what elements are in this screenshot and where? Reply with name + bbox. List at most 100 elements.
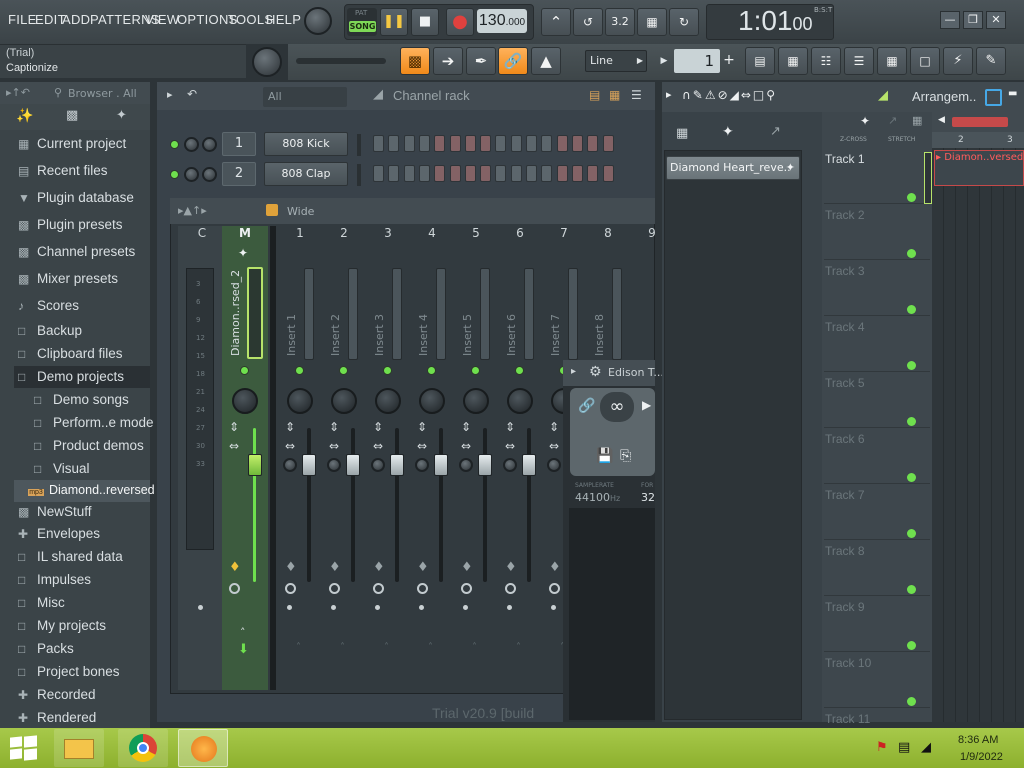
action-center-flag-icon[interactable]: ⚑ (876, 740, 888, 755)
track-mute-led[interactable] (907, 361, 916, 370)
step-button[interactable] (556, 135, 568, 152)
swap-arrows-icon[interactable]: ⇕ (505, 420, 515, 434)
stereo-icon[interactable]: ⇔ (229, 439, 239, 453)
close-icon[interactable]: ✕ (986, 11, 1006, 29)
gear-icon[interactable]: ⚙ (589, 364, 602, 380)
swap-arrows-icon[interactable]: ⇕ (549, 420, 559, 434)
track-mute-led[interactable] (907, 193, 916, 202)
browser-options-icon[interactable]: ▸↑↶ (6, 86, 30, 99)
browser-item-packs[interactable]: □ Packs (18, 641, 74, 656)
master-enable-led[interactable] (240, 366, 249, 375)
step-button[interactable] (388, 165, 400, 182)
browser-item-clipboard-files[interactable]: □ Clipboard files (18, 346, 123, 361)
piano-icon[interactable]: ▦ (912, 114, 922, 127)
channel-name-808-kick[interactable]: 808 Kick (264, 132, 348, 156)
insert-stereo-knob[interactable] (503, 458, 517, 472)
channel-mute-led[interactable] (170, 140, 179, 149)
scrollbar-handle[interactable] (952, 117, 1008, 127)
countdown-icon[interactable]: 3.2 (605, 8, 635, 36)
start-icon[interactable] (10, 735, 38, 761)
prev-pattern-icon[interactable]: ▶ (657, 50, 671, 72)
minimize-icon[interactable]: ▬ (1008, 88, 1017, 99)
clip-source-item[interactable]: Diamond Heart_reve.. ✦ (666, 156, 800, 180)
loop-record-icon[interactable]: ↻ (669, 8, 699, 36)
menu-icon[interactable]: ☰ (631, 88, 642, 102)
collapse-icon[interactable] (985, 89, 1002, 106)
insert-pan-knob[interactable] (463, 388, 489, 414)
automation-icon[interactable]: ↗ (770, 124, 781, 139)
channel-name-808-clap[interactable]: 808 Clap (264, 162, 348, 186)
step-button[interactable] (480, 165, 492, 182)
edison-waveform-area[interactable] (569, 508, 655, 720)
step-button[interactable] (434, 165, 446, 182)
arrow-right-icon[interactable]: ➔ (433, 47, 463, 75)
playlist-grid[interactable] (932, 148, 1024, 722)
insert-stereo-knob[interactable] (415, 458, 429, 472)
channel-rack-icon[interactable]: ☷ (811, 47, 841, 75)
help-icon[interactable]: ✎ (976, 47, 1006, 75)
record-arm-icon[interactable]: ♦ (417, 560, 429, 575)
volume-muted-icon[interactable]: ◢ (921, 740, 931, 755)
step-button[interactable] (571, 165, 583, 182)
step-button[interactable] (571, 135, 583, 152)
browser-icon[interactable]: ▦ (877, 47, 907, 75)
insert-volume-fader[interactable] (522, 454, 536, 476)
track-mute-led[interactable] (907, 249, 916, 258)
insert-stereo-knob[interactable] (459, 458, 473, 472)
chevron-left-icon[interactable]: ◀ (938, 115, 945, 125)
chevron-right-icon[interactable]: ▸ (666, 88, 672, 101)
record-arm-icon[interactable]: ♦ (229, 560, 241, 575)
file-explorer-icon[interactable] (54, 729, 104, 767)
steps-icon[interactable]: ▦ (609, 88, 620, 102)
mixer-header[interactable]: ▸▲↑▸ (170, 198, 655, 224)
insert-enable-led[interactable] (427, 366, 436, 375)
record-arm-icon[interactable]: ♦ (329, 560, 341, 575)
step-button[interactable] (587, 135, 599, 152)
mixer-tool-icons[interactable]: ▸▲↑▸ (178, 204, 207, 217)
automation-icon[interactable]: ↗ (888, 114, 897, 127)
plug-icon[interactable]: ⚡ (943, 47, 973, 75)
master-volume-fader[interactable] (248, 454, 262, 476)
metronome-icon[interactable]: ⌃ (541, 8, 571, 36)
stereo-icon[interactable]: ⇔ (461, 439, 471, 453)
browser-item-scores[interactable]: ♪ Scores (18, 298, 79, 313)
channel-volume-knob[interactable] (202, 137, 217, 152)
wait-record-icon[interactable]: ↺ (573, 8, 603, 36)
add-pattern-icon[interactable]: + (722, 52, 736, 70)
loop-icon[interactable]: ∞ (600, 392, 634, 422)
step-button[interactable] (464, 135, 476, 152)
step-button[interactable] (480, 135, 492, 152)
waveform-icon[interactable]: ✦ (860, 114, 870, 128)
browser-item-newstuff[interactable]: ▩ NewStuff (18, 504, 92, 519)
step-button[interactable] (526, 135, 537, 152)
step-button[interactable] (602, 165, 614, 182)
hat-icon[interactable]: ▲ (531, 47, 561, 75)
insert-enable-led[interactable] (295, 366, 304, 375)
insert-stereo-knob[interactable] (327, 458, 341, 472)
piano-icon[interactable]: ▦ (676, 126, 688, 141)
step-button[interactable] (403, 135, 415, 152)
latency-clock-icon[interactable] (229, 583, 240, 594)
link-icon[interactable]: 🔗 (578, 398, 595, 414)
menu-add[interactable]: ADD (62, 12, 90, 27)
insert-volume-fader[interactable] (302, 454, 316, 476)
track-selector[interactable] (924, 152, 932, 204)
record-arm-icon[interactable]: ♦ (285, 560, 297, 575)
save-icon[interactable]: 💾 (596, 448, 613, 464)
step-button[interactable] (510, 135, 522, 152)
taskbar-date[interactable]: 1/9/2022 (960, 751, 1003, 763)
channel-number[interactable]: 1 (222, 132, 256, 156)
stereo-icon[interactable]: ⇔ (329, 439, 339, 453)
step-button[interactable] (510, 165, 522, 182)
taskbar-time[interactable]: 8:36 AM (958, 734, 998, 746)
swap-arrows-icon[interactable]: ⇕ (329, 420, 339, 434)
playlist-scroll-controls[interactable]: ◀ (932, 112, 1024, 132)
step-button[interactable] (495, 135, 507, 152)
browser-item-rendered[interactable]: ✚ Rendered (18, 710, 96, 725)
channel-select-bar[interactable] (357, 164, 361, 186)
insert-volume-fader[interactable] (478, 454, 492, 476)
master-volume-knob[interactable] (304, 7, 332, 35)
browser-item-impulses[interactable]: □ Impulses (18, 572, 91, 587)
tempo-display[interactable]: 130.000 (477, 9, 527, 33)
playlist-tools-icons[interactable]: ∩✎⚠⊘◢⇔□⚲ (682, 88, 777, 102)
